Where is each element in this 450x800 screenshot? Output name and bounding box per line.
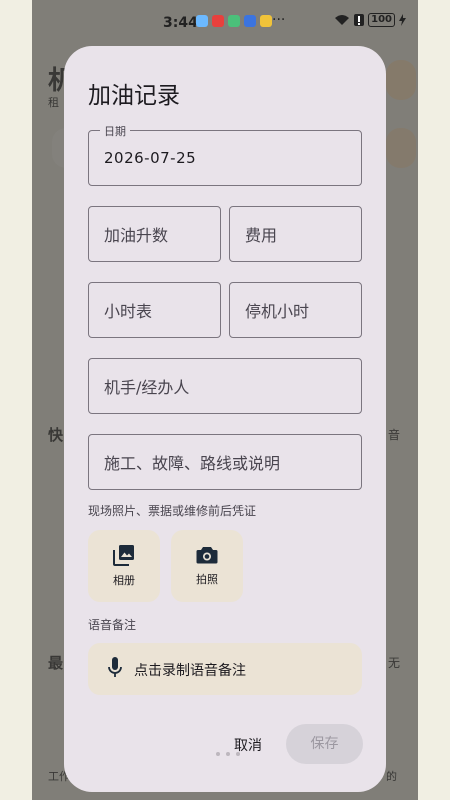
operator-field[interactable]: 机手/经办人 xyxy=(88,358,362,414)
notes-field[interactable]: 施工、故障、路线或说明 xyxy=(88,434,362,490)
hour-meter-placeholder: 小时表 xyxy=(104,302,153,321)
photo-library-icon xyxy=(113,545,134,566)
camera-button[interactable]: 拍照 xyxy=(171,530,243,602)
voice-section-label: 语音备注 xyxy=(88,618,137,632)
system-icons: 100 xyxy=(334,13,406,27)
charging-icon xyxy=(399,14,406,26)
dialog-title: 加油记录 xyxy=(88,83,180,109)
status-bar: 3:44 ··· 100 xyxy=(32,0,418,44)
mic-icon xyxy=(108,657,122,677)
date-field-label: 日期 xyxy=(100,123,130,139)
hour-meter-field[interactable]: 小时表 xyxy=(88,282,221,338)
app-notification-icon xyxy=(244,15,256,27)
more-notifications-icon: ··· xyxy=(272,12,286,28)
operator-placeholder: 机手/经办人 xyxy=(104,378,190,397)
app-notification-icon xyxy=(228,15,240,27)
cancel-button[interactable]: 取消 xyxy=(226,734,270,758)
status-time: 3:44 xyxy=(163,15,198,31)
gallery-label: 相册 xyxy=(113,574,135,587)
record-voice-note-label: 点击录制语音备注 xyxy=(134,663,246,679)
fuel-liters-placeholder: 加油升数 xyxy=(104,226,169,245)
alert-icon xyxy=(354,14,365,26)
camera-icon xyxy=(196,547,218,564)
gallery-button[interactable]: 相册 xyxy=(88,530,160,602)
cost-placeholder: 费用 xyxy=(245,226,278,245)
save-button[interactable]: 保存 xyxy=(286,724,363,764)
cost-field[interactable]: 费用 xyxy=(229,206,362,262)
date-field-value: 2026-07-25 xyxy=(104,149,197,167)
app-notification-icon xyxy=(212,15,224,27)
camera-label: 拍照 xyxy=(196,573,218,586)
app-notification-icon xyxy=(260,15,272,27)
idle-hours-placeholder: 停机小时 xyxy=(245,302,310,321)
notes-placeholder: 施工、故障、路线或说明 xyxy=(104,454,281,473)
photo-hint: 现场照片、票据或维修前后凭证 xyxy=(88,504,257,518)
date-field[interactable]: 日期 2026-07-25 xyxy=(88,123,362,186)
fuel-liters-field[interactable]: 加油升数 xyxy=(88,206,221,262)
record-voice-note-button[interactable]: 点击录制语音备注 xyxy=(88,643,362,695)
app-notification-icon xyxy=(196,15,208,27)
fuel-record-dialog: 加油记录 日期 2026-07-25 加油升数 费用 小时表 停机小时 机手/经… xyxy=(64,46,386,792)
wifi-icon xyxy=(335,15,350,25)
battery-icon: 100 xyxy=(368,13,395,27)
idle-hours-field[interactable]: 停机小时 xyxy=(229,282,362,338)
